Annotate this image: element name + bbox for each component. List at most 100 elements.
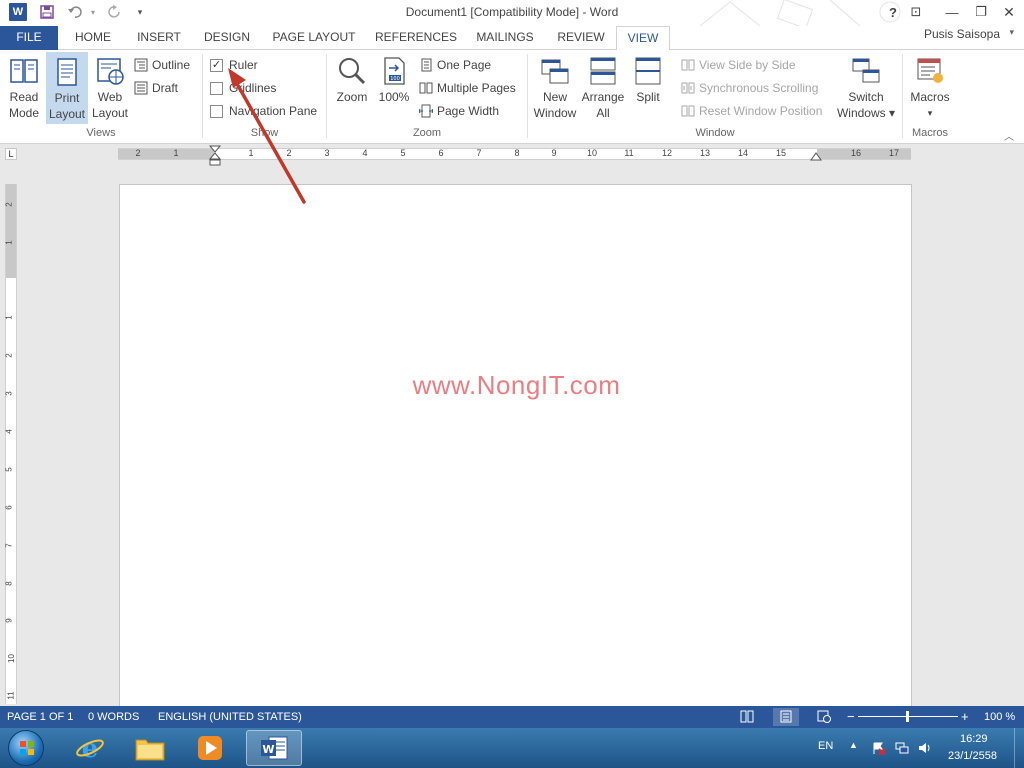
network-icon[interactable] <box>895 741 909 755</box>
switch-windows-icon <box>852 58 880 83</box>
read-mode-button[interactable]: Read Mode <box>3 52 45 124</box>
draft-button[interactable]: Draft <box>134 78 178 98</box>
tab-page-layout[interactable]: PAGE LAYOUT <box>266 26 362 50</box>
taskbar: e W EN ▲ 16:29 23/1/2558 <box>0 728 1024 768</box>
multiple-pages-button[interactable]: Multiple Pages <box>419 78 516 98</box>
tab-insert[interactable]: INSERT <box>130 26 188 50</box>
zoom-in-button[interactable]: + <box>961 709 969 724</box>
page-width-button[interactable]: Page Width <box>419 101 499 121</box>
tab-home[interactable]: HOME <box>66 26 120 50</box>
user-account[interactable]: Pusis Saisopa <box>924 27 1000 41</box>
synchronous-scrolling-button[interactable]: Synchronous Scrolling <box>681 78 818 98</box>
zoom-level[interactable]: 100 % <box>984 711 1015 723</box>
tab-mailings[interactable]: MAILINGS <box>470 26 540 50</box>
ribbon-tabs: FILE HOME INSERT DESIGN PAGE LAYOUT REFE… <box>0 26 1024 51</box>
group-separator <box>527 54 528 138</box>
volume-icon[interactable] <box>918 741 932 755</box>
ruler-tick: 17 <box>888 148 900 158</box>
ruler-tick: 4 <box>362 148 368 158</box>
indent-marker-icon[interactable] <box>209 145 221 167</box>
ruler-tick: 1 <box>173 148 179 158</box>
ruler-tick: 3 <box>324 148 330 158</box>
zoom-slider-thumb[interactable] <box>906 711 909 722</box>
taskbar-media-player[interactable] <box>182 730 238 766</box>
outline-button[interactable]: Outline <box>134 55 190 75</box>
maximize-button[interactable]: ❐ <box>970 2 992 22</box>
vertical-ruler[interactable]: 2 1 1 2 3 4 5 6 7 8 9 10 11 <box>5 184 17 704</box>
ruler-tick: 7 <box>4 543 14 548</box>
zoom-out-button[interactable]: − <box>847 709 855 724</box>
ruler-tick: 11 <box>6 691 16 700</box>
magnifier-icon <box>339 58 366 85</box>
split-button[interactable]: Split <box>628 52 668 124</box>
side-by-side-icon <box>681 59 695 71</box>
word-count[interactable]: 0 WORDS <box>88 711 139 723</box>
zoom-button[interactable]: Zoom <box>332 52 372 124</box>
tab-references[interactable]: REFERENCES <box>372 26 460 50</box>
word-icon: W <box>261 736 288 760</box>
input-language[interactable]: EN <box>818 740 833 752</box>
taskbar-word[interactable]: W <box>246 730 302 766</box>
new-window-icon <box>541 59 569 84</box>
ruler-tick: 15 <box>775 148 787 158</box>
one-page-button[interactable]: One Page <box>419 55 491 75</box>
page-width-icon <box>419 104 433 118</box>
action-center-icon[interactable] <box>872 741 886 755</box>
sync-scroll-icon <box>681 82 695 94</box>
draft-icon <box>134 81 148 95</box>
tab-file[interactable]: FILE <box>0 26 58 50</box>
svg-text:100: 100 <box>390 76 400 82</box>
close-button[interactable]: ✕ <box>998 2 1020 22</box>
page-count[interactable]: PAGE 1 OF 1 <box>7 711 73 723</box>
ruler-tick: 1 <box>4 240 14 245</box>
tab-selector[interactable]: L <box>5 148 17 160</box>
split-icon <box>635 57 661 85</box>
minimize-button[interactable]: — <box>941 2 963 22</box>
tab-view[interactable]: VIEW <box>616 26 670 51</box>
start-button[interactable] <box>8 730 44 766</box>
tab-review[interactable]: REVIEW <box>550 26 612 50</box>
multiple-pages-icon <box>419 82 433 94</box>
group-label-views: Views <box>86 127 116 139</box>
clock-time[interactable]: 16:29 <box>960 733 988 745</box>
print-layout-button[interactable]: Print Layout <box>46 52 88 124</box>
zoom-100-button[interactable]: 100 100% <box>374 52 414 124</box>
document-page[interactable]: www.NongIT.com <box>119 184 912 714</box>
print-layout-view-icon[interactable] <box>779 710 793 723</box>
group-separator <box>902 54 903 138</box>
ruler-tick: 12 <box>661 148 673 158</box>
taskbar-file-explorer[interactable] <box>122 730 178 766</box>
ribbon-display-options-button[interactable]: ⊡ <box>905 2 927 22</box>
ruler-tick: 5 <box>400 148 406 158</box>
view-side-by-side-button[interactable]: View Side by Side <box>681 55 796 75</box>
ruler-tick: 14 <box>737 148 749 158</box>
web-layout-button[interactable]: Web Layout <box>89 52 131 124</box>
reset-window-position-button[interactable]: Reset Window Position <box>681 101 822 121</box>
web-layout-view-icon[interactable] <box>817 710 831 723</box>
macros-button[interactable]: Macros ▾ <box>905 52 955 124</box>
read-mode-icon <box>10 59 38 83</box>
clock-date[interactable]: 23/1/2558 <box>948 750 997 762</box>
collapse-ribbon-icon[interactable]: ︿ <box>1004 128 1014 143</box>
ruler-tick: 9 <box>551 148 557 158</box>
ruler-tick: 8 <box>514 148 520 158</box>
ruler-margin-top <box>6 184 16 278</box>
switch-windows-button[interactable]: Switch Windows ▾ <box>835 52 897 124</box>
right-indent-marker-icon[interactable] <box>810 150 822 162</box>
ruler-tick: 7 <box>476 148 482 158</box>
arrange-all-button[interactable]: Arrange All <box>580 52 626 124</box>
chevron-down-icon[interactable]: ▾ <box>1009 27 1014 38</box>
help-button[interactable]: ? <box>882 2 904 22</box>
taskbar-internet-explorer[interactable]: e <box>62 730 118 766</box>
ribbon-view: Read Mode Print Layout Web Layout Outlin… <box>0 50 1024 144</box>
macros-icon <box>917 58 943 83</box>
language-indicator[interactable]: ENGLISH (UNITED STATES) <box>158 711 302 723</box>
show-desktop-button[interactable] <box>1014 728 1024 768</box>
show-hidden-icons-button[interactable]: ▲ <box>849 740 858 750</box>
read-mode-view-icon[interactable] <box>740 710 754 723</box>
tab-design[interactable]: DESIGN <box>198 26 256 50</box>
svg-text:e: e <box>82 734 99 763</box>
new-window-button[interactable]: New Window <box>531 52 579 124</box>
ruler-tick: 10 <box>586 148 598 158</box>
ruler-tick: 4 <box>4 429 14 434</box>
